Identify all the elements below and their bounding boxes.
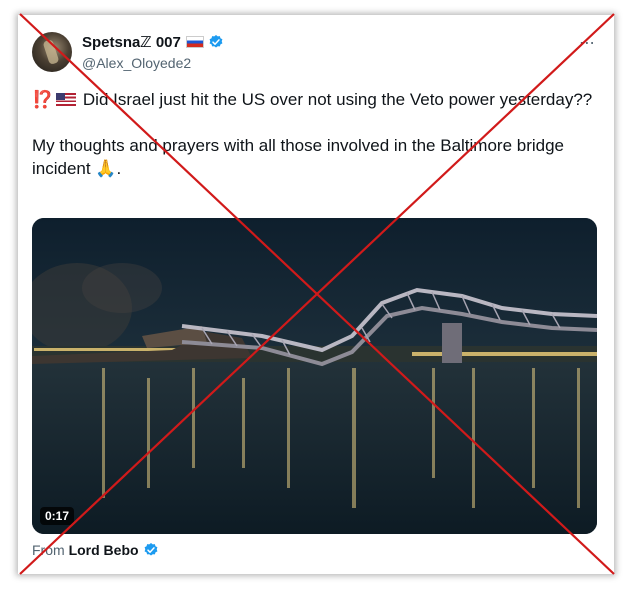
tweet-line-1: Did Israel just hit the US over not usin… [82,90,593,109]
media-attribution: From Lord Bebo [32,542,159,558]
tweet-paragraph-1: ⁉️ Did Israel just hit the US over not u… [32,88,607,111]
collapsed-bridge-video-frame [32,218,597,534]
tweet-paragraph-2: My thoughts and prayers with all those i… [32,134,607,180]
video-duration: 0:17 [40,507,75,525]
tweet-card: Spetsnaℤ 007 @Alex_Oloyede2 ⋯ ⁉️ Did Isr… [18,15,614,574]
author-name[interactable]: Spetsnaℤ 007 [82,33,224,51]
interrobang-icon: ⁉️ [32,90,54,109]
russia-flag-icon [185,36,204,48]
author-handle[interactable]: @Alex_Oloyede2 [82,55,191,71]
more-options-icon[interactable]: ⋯ [579,33,596,53]
avatar[interactable] [32,32,72,72]
source-account-link[interactable]: Lord Bebo [69,542,139,558]
tweet-line-2-end: . [116,159,122,178]
verified-badge-icon [209,35,223,48]
tweet-text: ⁉️ Did Israel just hit the US over not u… [32,88,607,180]
display-name[interactable]: Spetsnaℤ 007 [82,34,181,51]
source-verified-badge-icon [144,543,157,556]
praying-hands-icon: 🙏 [95,159,117,178]
from-label: From [32,542,65,558]
usa-flag-icon [56,93,77,106]
video-player[interactable]: 0:17 [32,218,597,534]
